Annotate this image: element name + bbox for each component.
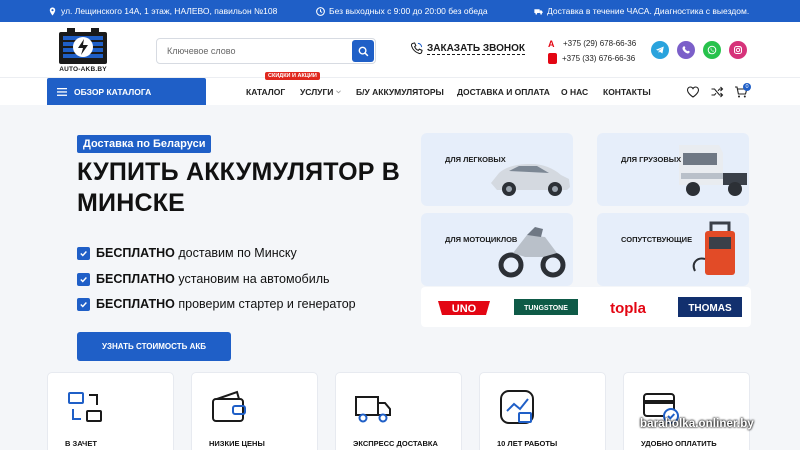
category-card-cars[interactable]: ДЛЯ ЛЕГКОВЫХ bbox=[421, 133, 573, 206]
category-label: СОПУТСТВУЮЩИЕ bbox=[621, 235, 693, 244]
address-info: ул. Лещинского 14А, 1 этаж, НАЛЕВО, пави… bbox=[48, 6, 277, 16]
feature-card-trade-in: В ЗАЧЕТ bbox=[47, 372, 174, 450]
benefit-item: БЕСПЛАТНО проверим стартер и генератор bbox=[77, 297, 356, 311]
mts-operator-icon bbox=[548, 53, 557, 64]
feature-card-easy-payment: УДОБНО ОПЛАТИТЬ bbox=[623, 372, 750, 450]
checkbox-icon bbox=[77, 246, 90, 260]
brand-text: TUNGSTONE bbox=[524, 305, 568, 312]
phone-row-mts[interactable]: +375 (33) 676-66-36 bbox=[548, 51, 636, 66]
benefit-bold: БЕСПЛАТНО bbox=[96, 246, 175, 260]
category-card-trucks[interactable]: ДЛЯ ГРУЗОВЫХ bbox=[597, 133, 749, 206]
category-card-motorcycles[interactable]: ДЛЯ МОТОЦИКЛОВ bbox=[421, 213, 573, 286]
search-bar bbox=[156, 38, 376, 64]
callback-link[interactable]: ЗАКАЗАТЬ ЗВОНОК bbox=[410, 42, 525, 55]
delivery-truck-icon bbox=[355, 396, 391, 423]
wallet-icon bbox=[212, 390, 246, 422]
phone-number[interactable]: +375 (29) 678-66-36 bbox=[563, 36, 636, 51]
feature-title: УДОБНО ОПЛАТИТЬ bbox=[641, 439, 717, 448]
benefit-item: БЕСПЛАТНО доставим по Минску bbox=[77, 246, 297, 260]
viber-icon[interactable] bbox=[677, 41, 695, 59]
battery-exchange-icon bbox=[68, 392, 102, 422]
brand-text: topla bbox=[610, 300, 646, 317]
search-icon bbox=[358, 46, 368, 56]
main-nav: ОБЗОР КАТАЛОГА СКИДКИ И АКЦИИ КАТАЛОГ УС… bbox=[0, 72, 800, 106]
car-image bbox=[491, 164, 570, 196]
truck-icon bbox=[534, 8, 543, 15]
phone-row-a1[interactable]: A +375 (29) 678-66-36 bbox=[548, 36, 636, 51]
feature-title: НИЗКИЕ ЦЕНЫ bbox=[209, 439, 265, 448]
hero-section: Доставка по Беларуси КУПИТЬ АККУМУЛЯТОР … bbox=[0, 105, 800, 450]
brand-logo-uno[interactable]: UNO bbox=[430, 293, 498, 321]
delivery-text: Доставка в течение ЧАСА. Диагностика с в… bbox=[547, 6, 750, 16]
clock-icon bbox=[316, 6, 325, 16]
benefit-bold: БЕСПЛАТНО bbox=[96, 272, 175, 286]
get-price-button[interactable]: УЗНАТЬ СТОИМОСТЬ АКБ bbox=[77, 332, 231, 361]
hours-text: Без выходных с 9:00 до 20:00 без обеда bbox=[329, 6, 488, 16]
brand-text: THOMAS bbox=[688, 303, 732, 314]
hamburger-icon bbox=[57, 88, 67, 96]
nav-link-delivery-payment[interactable]: ДОСТАВКА И ОПЛАТА bbox=[457, 87, 550, 97]
whatsapp-icon[interactable] bbox=[703, 41, 721, 59]
telegram-icon[interactable] bbox=[651, 41, 669, 59]
battery-charger-image bbox=[692, 221, 735, 275]
feature-card-ten-years: 10 ЛЕТ РАБОТЫ bbox=[479, 372, 606, 450]
phone-list: A +375 (29) 678-66-36 +375 (33) 676-66-3… bbox=[548, 36, 636, 66]
watermark: baraholka.onliner.by bbox=[640, 418, 754, 430]
brand-logo-tungstone[interactable]: TUNGSTONE bbox=[512, 293, 580, 321]
callback-label: ЗАКАЗАТЬ ЗВОНОК bbox=[427, 42, 525, 55]
truck-image bbox=[679, 145, 747, 196]
benefit-bold: БЕСПЛАТНО bbox=[96, 297, 175, 311]
brand-logo-thomas[interactable]: THOMAS bbox=[676, 293, 744, 321]
checkbox-icon bbox=[77, 272, 90, 286]
nav-link-used-batteries[interactable]: Б/У АККУМУЛЯТОРЫ bbox=[356, 87, 444, 97]
category-label: ДЛЯ ЛЕГКОВЫХ bbox=[445, 155, 506, 164]
benefit-text: доставим по Минску bbox=[174, 246, 297, 260]
nav-link-contacts[interactable]: КОНТАКТЫ bbox=[603, 87, 651, 97]
phone-number[interactable]: +375 (33) 676-66-36 bbox=[562, 51, 635, 66]
benefit-text: проверим стартер и генератор bbox=[174, 297, 356, 311]
hero-badge: Доставка по Беларуси bbox=[77, 135, 212, 153]
catalog-menu-button[interactable]: ОБЗОР КАТАЛОГА bbox=[47, 78, 206, 106]
search-input[interactable] bbox=[157, 39, 351, 63]
feature-title: 10 ЛЕТ РАБОТЫ bbox=[497, 439, 558, 448]
heart-icon[interactable] bbox=[686, 85, 700, 99]
search-button[interactable] bbox=[352, 40, 374, 62]
address-text: ул. Лещинского 14А, 1 этаж, НАЛЕВО, пави… bbox=[61, 6, 278, 16]
checkbox-icon bbox=[77, 297, 90, 311]
top-info-bar: ул. Лещинского 14А, 1 этаж, НАЛЕВО, пави… bbox=[0, 0, 800, 22]
cart-count-badge: 0 bbox=[743, 83, 751, 91]
feature-title: В ЗАЧЕТ bbox=[65, 439, 97, 448]
brand-text: UNO bbox=[452, 303, 477, 315]
brand-logo-topla[interactable]: topla bbox=[594, 293, 662, 321]
motorcycle-image bbox=[498, 227, 566, 278]
a1-operator-icon: A bbox=[548, 38, 555, 49]
nav-link-services[interactable]: УСЛУГИ bbox=[300, 87, 333, 97]
benefit-text: установим на автомобиль bbox=[174, 272, 330, 286]
hero-title: КУПИТЬ АККУМУЛЯТОР В МИНСКЕ bbox=[77, 158, 401, 217]
category-label: ДЛЯ МОТОЦИКЛОВ bbox=[445, 235, 518, 244]
phone-icon bbox=[410, 42, 423, 55]
location-pin-icon bbox=[49, 6, 56, 16]
category-label: ДЛЯ ГРУЗОВЫХ bbox=[621, 155, 682, 164]
site-header: AUTO-AKB.BY ЗАКАЗАТЬ ЗВОНОК A +375 (29) … bbox=[0, 22, 800, 77]
feature-card-low-prices: НИЗКИЕ ЦЕНЫ bbox=[191, 372, 318, 450]
hours-info: Без выходных с 9:00 до 20:00 без обеда bbox=[316, 6, 488, 16]
feature-card-express-delivery: ЭКСПРЕСС ДОСТАВКА bbox=[335, 372, 462, 450]
chevron-down-icon bbox=[336, 90, 341, 94]
catalog-menu-label: ОБЗОР КАТАЛОГА bbox=[74, 87, 152, 97]
nav-link-catalog[interactable]: КАТАЛОГ bbox=[246, 87, 285, 97]
category-card-accessories[interactable]: СОПУТСТВУЮЩИЕ bbox=[597, 213, 749, 286]
promo-badge[interactable]: СКИДКИ И АКЦИИ bbox=[265, 72, 320, 80]
instagram-icon[interactable] bbox=[729, 41, 747, 59]
logo-text: AUTO-AKB.BY bbox=[59, 66, 107, 73]
benefit-item: БЕСПЛАТНО установим на автомобиль bbox=[77, 272, 330, 286]
growth-chart-icon bbox=[500, 390, 534, 424]
feature-title: ЭКСПРЕСС ДОСТАВКА bbox=[353, 439, 438, 448]
delivery-info: Доставка в течение ЧАСА. Диагностика с в… bbox=[534, 6, 749, 16]
compare-icon[interactable] bbox=[710, 85, 724, 99]
nav-link-about[interactable]: О НАС bbox=[561, 87, 588, 97]
